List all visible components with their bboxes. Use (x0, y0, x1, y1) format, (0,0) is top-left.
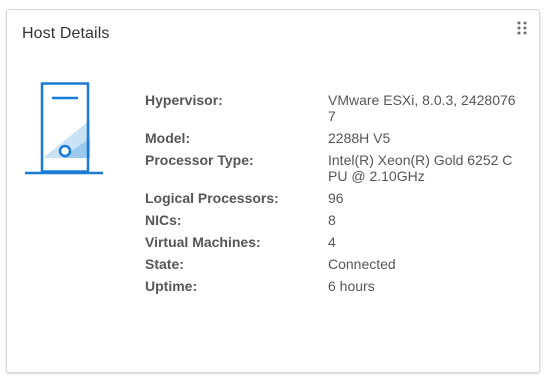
property-value: 8 (328, 212, 336, 228)
property-value: VMware ESXi, 8.0.3, 24280767 (328, 92, 516, 124)
property-label: Processor Type: (145, 152, 254, 168)
property-row-logical-processors: Logical Processors: 96 (145, 190, 525, 206)
property-row-model: Model: 2288H V5 (145, 130, 525, 146)
server-icon (24, 82, 106, 183)
property-row-uptime: Uptime: 6 hours (145, 278, 525, 294)
property-label: Logical Processors: (145, 190, 279, 206)
property-label: Hypervisor: (145, 92, 223, 108)
host-properties-list: Hypervisor: VMware ESXi, 8.0.3, 24280767… (145, 92, 525, 300)
property-label: Model: (145, 130, 191, 146)
card-title: Host Details (22, 25, 110, 42)
property-row-hypervisor: Hypervisor: VMware ESXi, 8.0.3, 24280767 (145, 92, 525, 124)
drag-handle-icon[interactable] (516, 20, 528, 36)
property-label: Virtual Machines: (145, 234, 261, 250)
property-row-virtual-machines: Virtual Machines: 4 (145, 234, 525, 250)
property-value: 4 (328, 234, 336, 250)
property-value: 6 hours (328, 278, 375, 294)
property-value: 2288H V5 (328, 130, 391, 146)
property-value: Intel(R) Xeon(R) Gold 6252 CPU @ 2.10GHz (328, 152, 513, 184)
property-row-state: State: Connected (145, 256, 525, 272)
property-row-nics: NICs: 8 (145, 212, 525, 228)
property-value: Connected (328, 256, 396, 272)
property-label: State: (145, 256, 184, 272)
property-value: 96 (328, 190, 344, 206)
property-label: Uptime: (145, 278, 198, 294)
host-details-card: Host Details Hypervisor: VMware ESXi, 8.… (6, 9, 540, 373)
property-row-processor-type: Processor Type: Intel(R) Xeon(R) Gold 62… (145, 152, 525, 184)
property-label: NICs: (145, 212, 182, 228)
